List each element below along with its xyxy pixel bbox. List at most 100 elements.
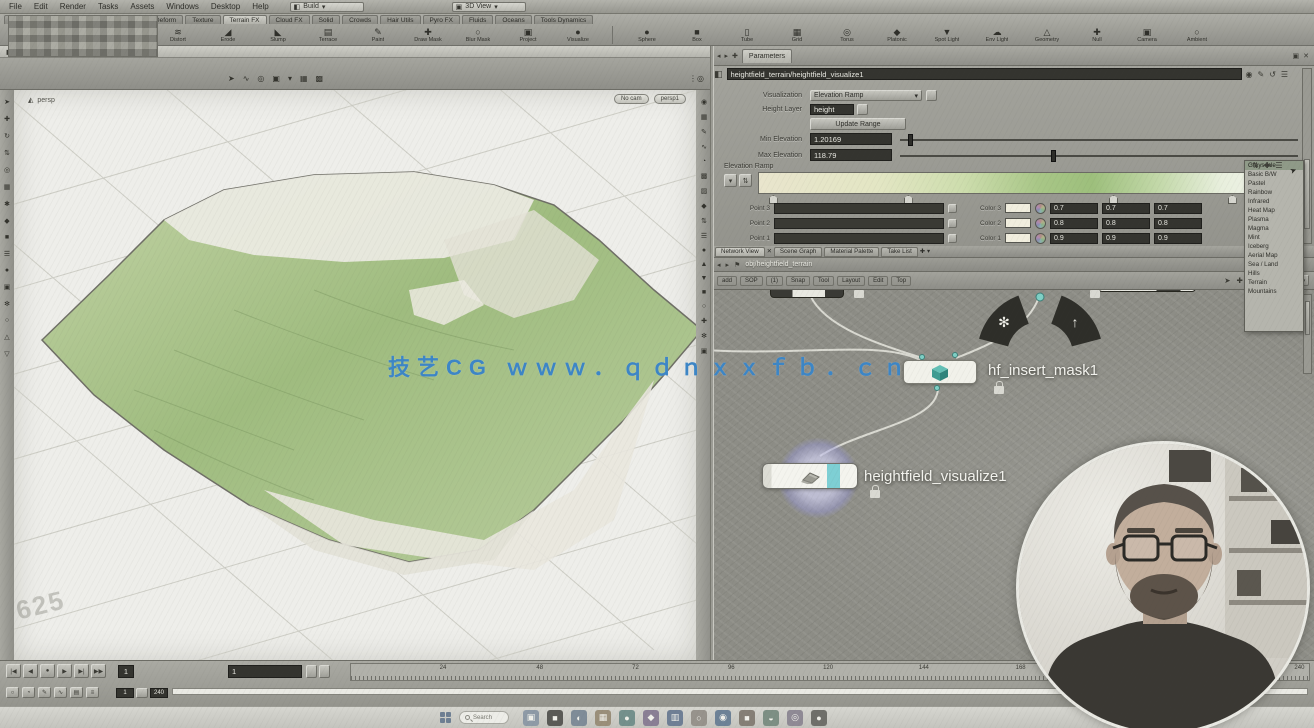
param-header-icon[interactable]: ↺ bbox=[1269, 70, 1276, 79]
tool-icon[interactable]: ✻ bbox=[4, 300, 10, 308]
node-pill-partial[interactable] bbox=[770, 290, 844, 298]
tool-icon[interactable]: ▣ bbox=[4, 283, 11, 291]
shelf-tool[interactable]: △ Geometry bbox=[1025, 28, 1069, 43]
menu-item[interactable]: Assets bbox=[125, 1, 159, 12]
shelf-tool[interactable]: ✎ Paint bbox=[356, 28, 400, 43]
playbar-option-button[interactable]: ○ bbox=[6, 687, 19, 698]
display-option-icon[interactable]: ✻ bbox=[701, 332, 707, 340]
taskbar-app-icon[interactable]: ■ bbox=[739, 710, 755, 726]
color-swatch[interactable] bbox=[1005, 218, 1031, 228]
playbar-option-button[interactable]: ▤ bbox=[70, 687, 83, 698]
shelf-tool[interactable]: ○ Ambient bbox=[1175, 28, 1219, 43]
color-g-field[interactable]: 0.9 bbox=[1102, 233, 1150, 244]
tool-icon[interactable]: ○ bbox=[5, 317, 9, 324]
playbar-option-button[interactable]: ◔ bbox=[22, 687, 35, 698]
camera-pill[interactable]: No cam bbox=[614, 94, 649, 104]
range-slider-handle[interactable] bbox=[136, 688, 148, 698]
start-button[interactable] bbox=[440, 712, 451, 723]
color-swatch[interactable] bbox=[1005, 203, 1031, 213]
menu-item[interactable]: Render bbox=[55, 1, 91, 12]
sort-icon[interactable]: ⇅ bbox=[1252, 161, 1259, 170]
node-label[interactable]: hf_insert_mask1 bbox=[988, 362, 1098, 379]
shelf-tool[interactable]: ◣ Slump bbox=[256, 28, 300, 43]
display-option-icon[interactable]: ● bbox=[702, 247, 706, 254]
shelf-tab[interactable]: Hair Utils bbox=[380, 15, 420, 24]
max-elevation-slider[interactable] bbox=[900, 155, 1298, 157]
color-b-field[interactable]: 0.7 bbox=[1154, 203, 1202, 214]
display-option-icon[interactable]: ⇅ bbox=[701, 217, 707, 225]
menu-item[interactable]: Help bbox=[247, 1, 273, 12]
shelf-tool[interactable]: ≋ Distort bbox=[156, 28, 200, 43]
shelf-tab[interactable]: Texture bbox=[185, 15, 220, 24]
shelf-tab-active[interactable]: Terrain FX bbox=[223, 15, 267, 24]
add-point-icon[interactable]: ✚ bbox=[1264, 161, 1271, 170]
viewport-tool-icon[interactable]: ◎ bbox=[257, 74, 264, 83]
range-end-field[interactable]: 240 bbox=[150, 688, 168, 698]
preset-menu-item[interactable]: Infrared bbox=[1245, 197, 1303, 206]
pane-tab[interactable]: Scene Graph bbox=[774, 247, 822, 257]
tool-icon[interactable]: ■ bbox=[5, 234, 9, 241]
taskbar-app-icon[interactable]: ■ bbox=[547, 710, 563, 726]
tool-icon[interactable]: ◆ bbox=[4, 217, 9, 225]
color-swatch[interactable] bbox=[1005, 233, 1031, 243]
ramp-next-button[interactable]: ⇅ bbox=[739, 174, 752, 187]
network-badge-button[interactable]: add bbox=[717, 276, 737, 286]
elevation-ramp-gradient[interactable] bbox=[758, 172, 1298, 194]
network-scrollbar[interactable] bbox=[1303, 294, 1312, 374]
display-option-icon[interactable]: ▼ bbox=[701, 275, 708, 282]
shelf-tool[interactable]: ◢ Erode bbox=[206, 28, 250, 43]
shelf-tool[interactable]: ✚ Null bbox=[1075, 28, 1119, 43]
network-badge-button[interactable]: Snap bbox=[786, 276, 810, 286]
shelf-tab[interactable]: Oceans bbox=[495, 15, 531, 24]
viewport-tool-icon[interactable]: ▦ bbox=[300, 74, 308, 83]
network-badge-button[interactable]: Layout bbox=[837, 276, 865, 286]
display-option-icon[interactable]: ✎ bbox=[701, 128, 707, 136]
preset-menu-item[interactable]: Aerial Map bbox=[1245, 251, 1303, 260]
shelf-tool[interactable]: ◆ Platonic bbox=[875, 28, 919, 43]
tool-icon[interactable]: ➤ bbox=[4, 98, 10, 106]
close-icon[interactable]: ✕ bbox=[767, 248, 772, 255]
taskbar-app-icon[interactable]: ● bbox=[811, 710, 827, 726]
shelf-tool[interactable]: ▤ Terrace bbox=[306, 28, 350, 43]
viewport-tool-icon[interactable]: ➤ bbox=[228, 74, 235, 83]
transport-button[interactable]: ▶ bbox=[57, 664, 72, 678]
preset-menu-item[interactable]: Terrain bbox=[1245, 278, 1303, 287]
spinner-button[interactable] bbox=[948, 234, 957, 243]
transport-button[interactable]: ● bbox=[40, 664, 55, 678]
shelf-tool[interactable]: ● Sphere bbox=[625, 28, 669, 43]
pane-tab[interactable]: Take List bbox=[881, 247, 917, 257]
param-header-icon[interactable]: ✎ bbox=[1258, 70, 1265, 79]
node-hf-insert-mask[interactable] bbox=[903, 360, 977, 384]
color-g-field[interactable]: 0.7 bbox=[1102, 203, 1150, 214]
shelf-tab[interactable]: Fluids bbox=[462, 15, 493, 24]
color-r-field[interactable]: 0.8 bbox=[1050, 218, 1098, 229]
shelf-tab[interactable]: Tools Dynamics bbox=[534, 15, 594, 24]
transport-button[interactable]: ▶| bbox=[74, 664, 89, 678]
preset-menu-item[interactable]: Magma bbox=[1245, 224, 1303, 233]
shelf-tool[interactable]: ▼ Spot Light bbox=[925, 28, 969, 43]
display-option-icon[interactable]: ✚ bbox=[701, 317, 707, 325]
shelf-tool[interactable]: ● Visualize bbox=[556, 28, 600, 43]
clear-button[interactable] bbox=[857, 104, 868, 115]
display-option-icon[interactable]: ○ bbox=[702, 303, 706, 310]
point-position-slider[interactable] bbox=[774, 203, 944, 214]
display-option-icon[interactable]: ▦ bbox=[701, 113, 708, 121]
shelf-tool[interactable]: ☁ Env Light bbox=[975, 28, 1019, 43]
transport-button[interactable]: ◀ bbox=[23, 664, 38, 678]
taskbar-app-icon[interactable]: ○ bbox=[691, 710, 707, 726]
tool-icon[interactable]: ⇅ bbox=[4, 149, 10, 157]
shelf-tool[interactable]: ✚ Draw Mask bbox=[406, 28, 450, 43]
maximize-icon[interactable]: ▣ bbox=[1293, 52, 1300, 60]
frame-step-up[interactable] bbox=[306, 665, 317, 678]
preset-menu-item[interactable]: Pastel bbox=[1245, 179, 1303, 188]
forward-icon[interactable]: ▸ bbox=[725, 52, 729, 60]
ramp-prev-button[interactable]: ▾ bbox=[724, 174, 737, 187]
tool-icon[interactable]: ✱ bbox=[4, 200, 10, 208]
tool-icon[interactable]: ◎ bbox=[4, 166, 10, 174]
display-option-icon[interactable]: ☰ bbox=[701, 232, 707, 240]
color-wheel-icon[interactable] bbox=[1035, 233, 1046, 244]
tool-icon[interactable]: △ bbox=[4, 333, 9, 341]
display-option-icon[interactable]: ▨ bbox=[701, 187, 708, 195]
frame-step-down[interactable] bbox=[319, 665, 330, 678]
taskbar-app-icon[interactable]: ◉ bbox=[715, 710, 731, 726]
